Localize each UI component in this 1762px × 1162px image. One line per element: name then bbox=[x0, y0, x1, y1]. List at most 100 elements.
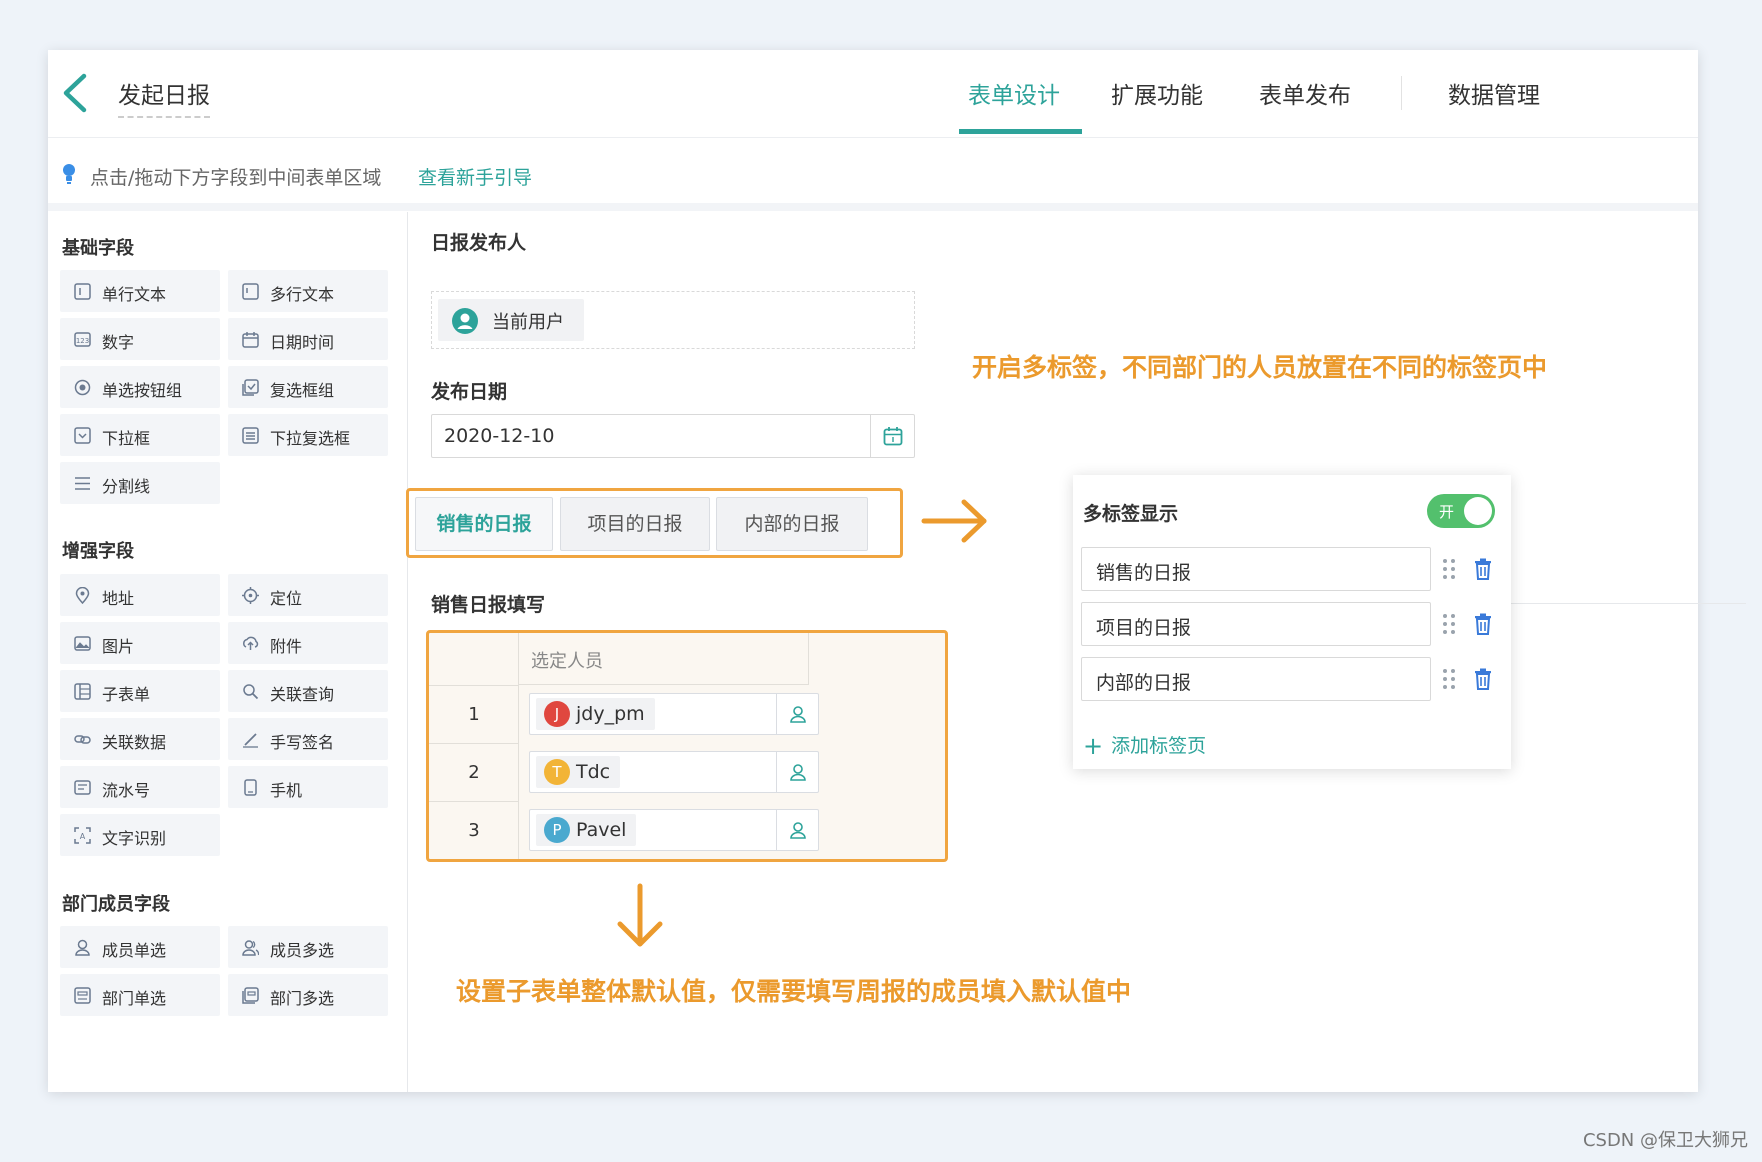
member-name: Tdc bbox=[576, 761, 611, 783]
field-serial-number[interactable]: 流水号 bbox=[60, 766, 220, 808]
field-number[interactable]: 123 数字 bbox=[60, 318, 220, 360]
row-number: 1 bbox=[429, 685, 519, 743]
current-user-text: 当前用户 bbox=[492, 312, 564, 333]
tab-form-design[interactable]: 表单设计 bbox=[968, 76, 1060, 110]
toggle-knob bbox=[1464, 497, 1492, 525]
member-cell[interactable]: T Tdc bbox=[529, 751, 819, 793]
field-location[interactable]: 定位 bbox=[228, 574, 388, 616]
department-icon bbox=[74, 987, 91, 1004]
member-picker-button[interactable] bbox=[776, 810, 818, 850]
trash-icon[interactable] bbox=[1474, 613, 1492, 635]
field-label: 成员多选 bbox=[270, 941, 335, 960]
member-chip: T Tdc bbox=[536, 756, 621, 788]
text-box-icon bbox=[74, 283, 91, 300]
field-label: 附件 bbox=[270, 637, 303, 656]
field-datetime[interactable]: 日期时间 bbox=[228, 318, 388, 360]
tab-publish[interactable]: 表单发布 bbox=[1259, 76, 1351, 110]
tab-name-text: 项目的日报 bbox=[1096, 617, 1192, 639]
calendar-icon bbox=[883, 427, 903, 446]
field-subform[interactable]: 子表单 bbox=[60, 670, 220, 712]
field-single-line-text[interactable]: 单行文本 bbox=[60, 270, 220, 312]
field-checkbox-group[interactable]: 复选框组 bbox=[228, 366, 388, 408]
tab-name-input[interactable]: 销售的日报 bbox=[1081, 547, 1431, 591]
field-label: 成员单选 bbox=[102, 941, 167, 960]
field-signature[interactable]: 手写签名 bbox=[228, 718, 388, 760]
field-dropdown[interactable]: 下拉框 bbox=[60, 414, 220, 456]
drag-handle-icon[interactable] bbox=[1441, 667, 1457, 691]
field-label: 流水号 bbox=[102, 781, 151, 800]
field-divider[interactable]: 分割线 bbox=[60, 462, 220, 504]
publisher-label: 日报发布人 bbox=[431, 232, 527, 254]
row-number: 3 bbox=[429, 801, 519, 859]
radio-icon bbox=[74, 379, 91, 396]
field-label: 手写签名 bbox=[270, 733, 335, 752]
svg-text:123: 123 bbox=[76, 337, 89, 345]
toggle-label: 开 bbox=[1439, 503, 1455, 521]
lightbulb-icon bbox=[63, 164, 75, 184]
field-member-multi[interactable]: 成员多选 bbox=[228, 926, 388, 968]
multi-tab-toggle[interactable]: 开 bbox=[1427, 494, 1495, 528]
field-multi-line-text[interactable]: 多行文本 bbox=[228, 270, 388, 312]
field-label: 地址 bbox=[102, 589, 135, 608]
tab-name-input[interactable]: 项目的日报 bbox=[1081, 602, 1431, 646]
add-tab-button[interactable]: + 添加标签页 bbox=[1083, 731, 1206, 760]
tab-name-input[interactable]: 内部的日报 bbox=[1081, 657, 1431, 701]
field-related-data[interactable]: 关联数据 bbox=[60, 718, 220, 760]
member-chip: J jdy_pm bbox=[536, 698, 655, 730]
field-address[interactable]: 地址 bbox=[60, 574, 220, 616]
member-name: jdy_pm bbox=[576, 703, 645, 725]
member-cell[interactable]: P Pavel bbox=[529, 809, 819, 851]
member-cell[interactable]: J jdy_pm bbox=[529, 693, 819, 735]
publisher-field[interactable]: 当前用户 bbox=[431, 291, 915, 349]
form-designer-window: 发起日报 表单设计 扩展功能 表单发布 数据管理 点击/拖动下方字段到中间表单区… bbox=[48, 50, 1746, 1092]
panel-divider-line bbox=[1511, 603, 1746, 604]
annotation-multi-tab: 开启多标签，不同部门的人员放置在不同的标签页中 bbox=[972, 353, 1548, 382]
user-avatar-icon bbox=[452, 308, 478, 334]
member-avatar: T bbox=[544, 759, 570, 785]
field-member-single[interactable]: 成员单选 bbox=[60, 926, 220, 968]
number-icon: 123 bbox=[74, 332, 91, 347]
tab-internal-report[interactable]: 内部的日报 bbox=[716, 497, 868, 551]
member-picker-button[interactable] bbox=[776, 752, 818, 792]
field-ocr[interactable]: A 文字识别 bbox=[60, 814, 220, 856]
trash-icon[interactable] bbox=[1474, 558, 1492, 580]
member-picker-button[interactable] bbox=[776, 694, 818, 734]
tab-project-report[interactable]: 项目的日报 bbox=[560, 497, 710, 551]
user-select-icon bbox=[790, 822, 806, 839]
date-picker-button[interactable] bbox=[870, 415, 914, 457]
panel-title: 多标签显示 bbox=[1083, 503, 1179, 525]
tab-name-text: 内部的日报 bbox=[1096, 672, 1192, 694]
field-image[interactable]: 图片 bbox=[60, 622, 220, 664]
map-pin-icon bbox=[75, 587, 90, 604]
back-arrow-icon[interactable] bbox=[60, 72, 90, 114]
checkbox-icon bbox=[242, 379, 259, 396]
tab-extensions[interactable]: 扩展功能 bbox=[1111, 76, 1203, 110]
drag-handle-icon[interactable] bbox=[1441, 557, 1457, 581]
field-phone[interactable]: 手机 bbox=[228, 766, 388, 808]
guide-link[interactable]: 查看新手引导 bbox=[418, 163, 532, 190]
scan-text-icon: A bbox=[74, 827, 91, 844]
member-chip: P Pavel bbox=[536, 814, 637, 846]
divider-icon bbox=[75, 477, 90, 490]
field-related-query[interactable]: 关联查询 bbox=[228, 670, 388, 712]
field-attachment[interactable]: 附件 bbox=[228, 622, 388, 664]
top-header: 发起日报 表单设计 扩展功能 表单发布 数据管理 bbox=[48, 50, 1698, 138]
field-radio-group[interactable]: 单选按钮组 bbox=[60, 366, 220, 408]
field-label: 手机 bbox=[270, 781, 303, 800]
subform-table: 选定人员 1 J jdy_pm 2 T Tdc 3 P Pavel bbox=[426, 630, 948, 862]
drag-handle-icon[interactable] bbox=[1441, 612, 1457, 636]
field-dropdown-multi[interactable]: 下拉复选框 bbox=[228, 414, 388, 456]
section-title-basic: 基础字段 bbox=[62, 238, 134, 259]
search-link-icon bbox=[243, 684, 259, 700]
member-name: Pavel bbox=[576, 819, 627, 841]
publish-date-input[interactable]: 2020-12-10 bbox=[431, 414, 915, 458]
field-dept-single[interactable]: 部门单选 bbox=[60, 974, 220, 1016]
tab-data-management[interactable]: 数据管理 bbox=[1448, 76, 1540, 110]
pen-icon bbox=[243, 733, 258, 748]
field-dept-multi[interactable]: 部门多选 bbox=[228, 974, 388, 1016]
section-title-enhanced: 增强字段 bbox=[62, 541, 134, 562]
tab-sales-report[interactable]: 销售的日报 bbox=[415, 497, 553, 551]
trash-icon[interactable] bbox=[1474, 668, 1492, 690]
subform-header-text: 选定人员 bbox=[531, 651, 603, 672]
field-label: 部门多选 bbox=[270, 989, 335, 1008]
